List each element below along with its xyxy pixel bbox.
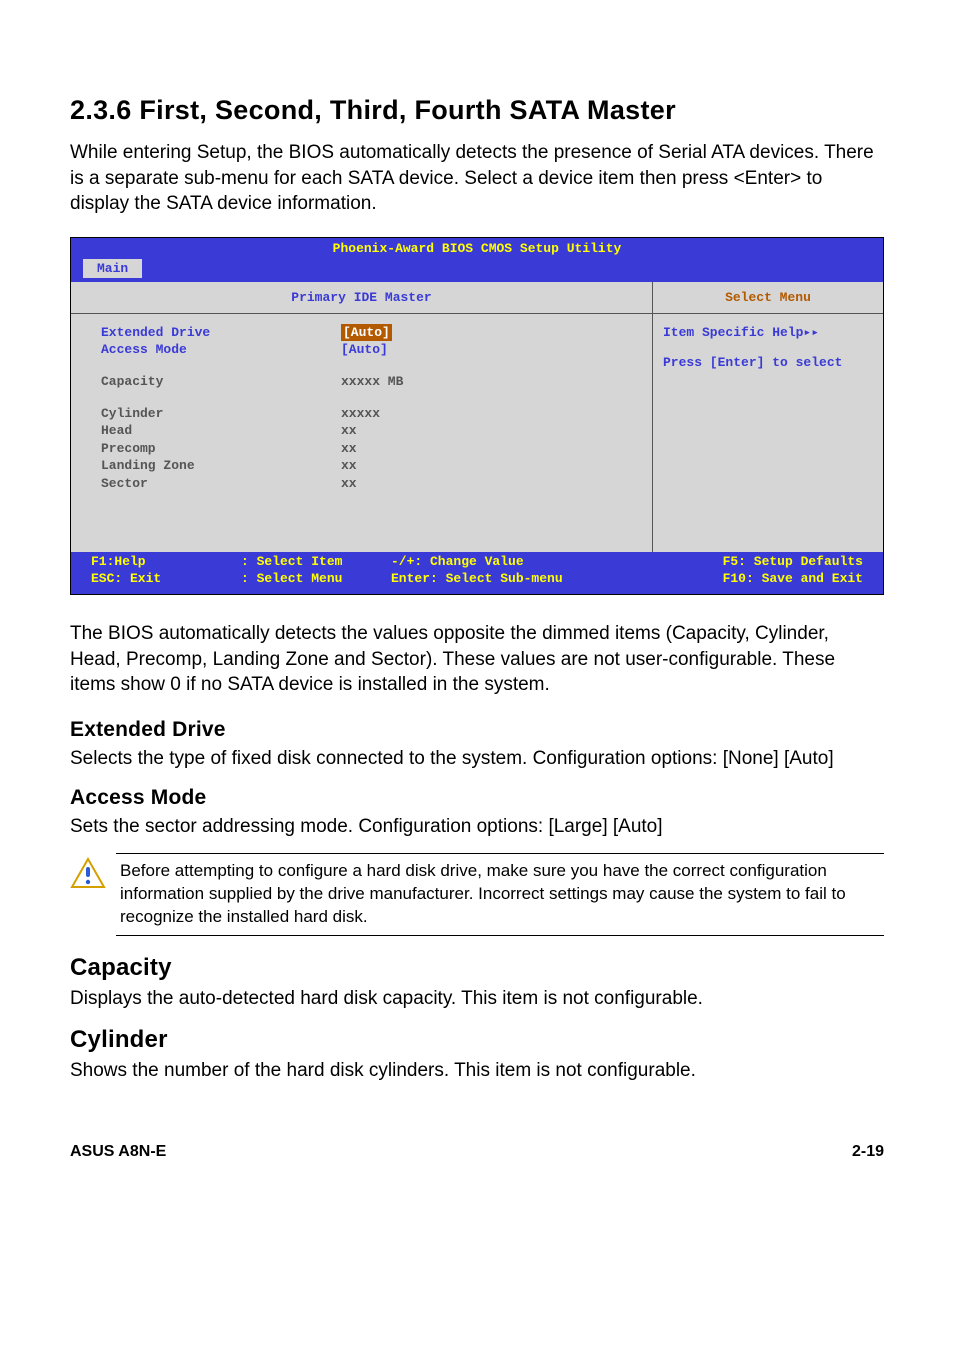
bios-title: Phoenix-Award BIOS CMOS Setup Utility — [71, 238, 883, 259]
cylinder-heading: Cylinder — [70, 1026, 884, 1054]
bios-footer-key: -/+: Change Value — [391, 554, 673, 571]
cylinder-text: Shows the number of the hard disk cylind… — [70, 1058, 884, 1084]
caution-text: Before attempting to configure a hard di… — [116, 853, 884, 936]
bios-help-line: Press [Enter] to select — [663, 354, 873, 372]
bios-footer: F1:Help ESC: Exit : Select Item : Select… — [71, 552, 883, 594]
capacity-heading: Capacity — [70, 954, 884, 982]
bios-field-label: Extended Drive — [101, 324, 341, 342]
bios-field-label: Capacity — [101, 373, 341, 391]
access-mode-text: Sets the sector addressing mode. Configu… — [70, 814, 884, 840]
extended-drive-text: Selects the type of fixed disk connected… — [70, 746, 884, 772]
bios-field-value: [Auto] — [341, 324, 392, 342]
caution-icon — [70, 853, 116, 896]
bios-tab-row: Main — [71, 259, 883, 282]
bios-field-value: xx — [341, 440, 357, 458]
bios-left-heading: Primary IDE Master — [71, 282, 652, 314]
bios-field-label: Head — [101, 422, 341, 440]
capacity-text: Displays the auto-detected hard disk cap… — [70, 986, 884, 1012]
explain-paragraph: The BIOS automatically detects the value… — [70, 621, 884, 698]
bios-footer-key: : Select Menu — [241, 571, 391, 588]
bios-footer-key: ESC: Exit — [91, 571, 241, 588]
bios-field-value: [Auto] — [341, 341, 388, 359]
footer-product: ASUS A8N-E — [70, 1143, 166, 1161]
bios-field-label: Precomp — [101, 440, 341, 458]
bios-field-label: Cylinder — [101, 405, 341, 423]
bios-field-label: Sector — [101, 475, 341, 493]
bios-field-value: xx — [341, 422, 357, 440]
access-mode-heading: Access Mode — [70, 786, 884, 810]
bios-footer-key: F1:Help — [91, 554, 241, 571]
bios-field-label: Landing Zone — [101, 457, 341, 475]
intro-paragraph: While entering Setup, the BIOS automatic… — [70, 140, 884, 217]
bios-setup-screenshot: Phoenix-Award BIOS CMOS Setup Utility Ma… — [70, 237, 884, 595]
extended-drive-heading: Extended Drive — [70, 718, 884, 742]
bios-field-value: xx — [341, 475, 357, 493]
bios-field-value: xxxxx MB — [341, 373, 403, 391]
page-footer: ASUS A8N-E 2-19 — [70, 1143, 884, 1161]
bios-field-value: xx — [341, 457, 357, 475]
bios-footer-key: : Select Item — [241, 554, 391, 571]
bios-help-line: Item Specific Help▸▸ — [663, 324, 873, 342]
bios-tab-main: Main — [83, 259, 142, 278]
caution-callout: Before attempting to configure a hard di… — [70, 853, 884, 936]
bios-field-value: xxxxx — [341, 405, 380, 423]
bios-right-heading: Select Menu — [653, 282, 883, 314]
bios-footer-key: F5: Setup Defaults — [673, 554, 863, 571]
section-heading: 2.3.6 First, Second, Third, Fourth SATA … — [70, 95, 884, 126]
bios-footer-key: F10: Save and Exit — [673, 571, 863, 588]
footer-page-number: 2-19 — [852, 1143, 884, 1161]
bios-footer-key: Enter: Select Sub-menu — [391, 571, 673, 588]
bios-field-label: Access Mode — [101, 341, 341, 359]
